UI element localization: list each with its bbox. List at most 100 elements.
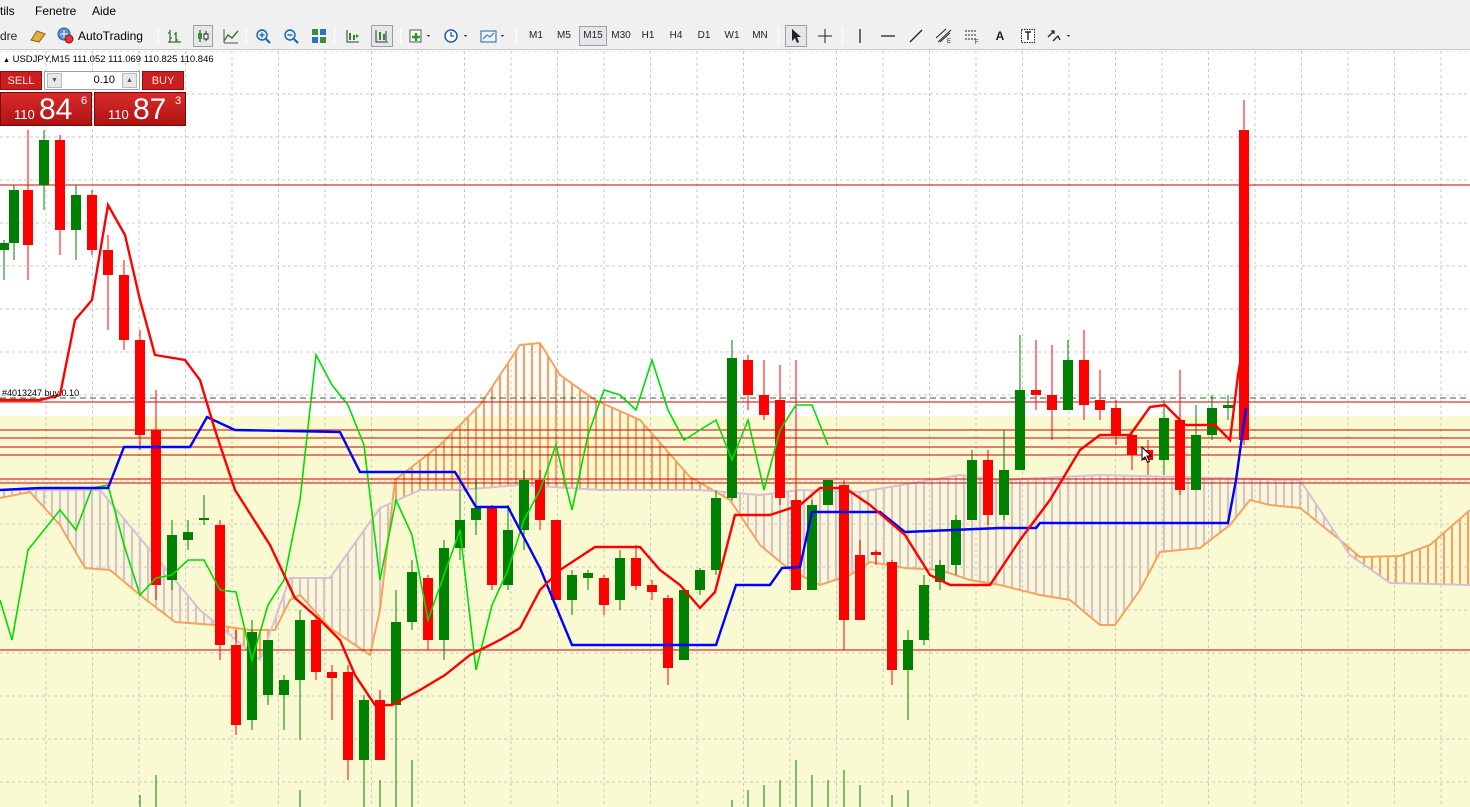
bullish-candle-body [0, 243, 9, 250]
bullish-candle-body [183, 532, 193, 540]
buy-price-pips: 87 [133, 93, 167, 126]
lot-size-field[interactable]: ▼ 0.10 ▲ [44, 71, 140, 90]
autotrading-button[interactable]: AutoTrading [56, 25, 143, 47]
bearish-candle-body [871, 552, 881, 555]
bearish-candle-body [759, 395, 769, 415]
bearish-candle-body [1047, 395, 1057, 410]
toolbar: dre AutoTrading M1 M5 M15 M30 H1 H4 D1 W… [0, 22, 1470, 50]
menu-item-tools[interactable]: tils [0, 4, 15, 18]
toolbar-partial-button-label[interactable]: dre [0, 25, 17, 47]
bearish-candle-body [551, 520, 561, 600]
timeframe-m5[interactable]: M5 [551, 26, 577, 46]
lot-decrease-icon[interactable]: ▼ [47, 73, 62, 88]
toolbar-separator [334, 27, 335, 45]
bullish-candle-body [615, 558, 625, 600]
indicators-dropdown-icon[interactable] [407, 25, 435, 47]
bullish-candle-body [951, 520, 961, 565]
toolbar-separator [516, 27, 517, 45]
autotrading-icon [56, 26, 74, 47]
bullish-candle-body [9, 190, 19, 243]
bearish-candle-body [1079, 360, 1089, 405]
bullish-candle-body [727, 358, 737, 498]
auto-scroll-icon[interactable] [371, 25, 393, 47]
bullish-candle-body [263, 640, 273, 695]
periods-dropdown-icon[interactable] [442, 25, 472, 47]
bullish-candle-body [679, 590, 689, 660]
bearish-candle-body [647, 585, 657, 592]
bullish-candle-body [1015, 390, 1025, 470]
timeframe-w1[interactable]: W1 [719, 26, 745, 46]
bar-chart-icon[interactable] [165, 25, 185, 47]
svg-text:E: E [947, 39, 951, 44]
meta-editor-icon[interactable] [28, 25, 48, 47]
arrows-dropdown-icon[interactable] [1045, 25, 1075, 47]
buy-button[interactable]: BUY [142, 71, 184, 90]
timeframe-mn[interactable]: MN [747, 26, 773, 46]
candlestick-chart-icon[interactable] [193, 25, 213, 47]
trendline-icon[interactable] [905, 25, 927, 47]
line-chart-icon[interactable] [221, 25, 241, 47]
timeframe-m15[interactable]: M15 [579, 26, 607, 46]
timeframe-m1[interactable]: M1 [523, 26, 549, 46]
bullish-candle-body [39, 140, 49, 185]
bullish-candle-body [711, 498, 721, 570]
bullish-candle-body [407, 572, 417, 622]
toolbar-separator [400, 27, 401, 45]
timeframe-m30[interactable]: M30 [607, 26, 635, 46]
zoom-in-icon[interactable] [253, 25, 273, 47]
text-tool-icon[interactable]: A [989, 25, 1011, 47]
zoom-out-icon[interactable] [281, 25, 301, 47]
bearish-candle-body [887, 562, 897, 670]
bullish-candle-body [919, 585, 929, 640]
menu-item-help[interactable]: Aide [92, 4, 116, 18]
bullish-candle-body [439, 548, 449, 640]
bearish-candle-body [151, 430, 161, 585]
timeframe-h4[interactable]: H4 [663, 26, 689, 46]
bearish-candle-body [775, 400, 785, 498]
tile-windows-icon[interactable] [309, 25, 329, 47]
bearish-candle-body [631, 558, 641, 586]
cursor-tool-icon[interactable] [785, 25, 807, 47]
bearish-candle-body [375, 700, 385, 760]
toolbar-separator [246, 27, 247, 45]
bearish-candle-body [87, 195, 97, 250]
bullish-candle-body [295, 620, 305, 680]
timeframe-d1[interactable]: D1 [691, 26, 717, 46]
price-chart[interactable] [0, 51, 1470, 807]
toolbar-separator [778, 27, 779, 45]
buy-price-display[interactable]: 110 87 3 [94, 92, 186, 126]
crosshair-tool-icon[interactable] [814, 25, 836, 47]
bearish-candle-body [1175, 420, 1185, 490]
sell-price-display[interactable]: 110 84 6 [0, 92, 92, 126]
bearish-candle-body [983, 460, 993, 515]
lot-increase-icon[interactable]: ▲ [122, 73, 137, 88]
bullish-candle-body [167, 535, 177, 580]
bullish-candle-body [567, 575, 577, 600]
equidistant-channel-icon[interactable]: E [933, 25, 955, 47]
chart-collapse-arrow-icon: ▲ [3, 57, 10, 64]
sell-price-fraction: 6 [81, 95, 88, 107]
order-label: #4013247 buy 0.10 [2, 388, 80, 398]
sell-button[interactable]: SELL [0, 71, 42, 90]
bullish-candle-body [823, 480, 833, 505]
bearish-candle-body [1239, 130, 1249, 440]
bearish-candle-body [55, 140, 65, 230]
templates-dropdown-icon[interactable] [479, 25, 509, 47]
bullish-candle-body [695, 570, 705, 590]
bearish-candle-body [343, 672, 353, 760]
vertical-line-icon[interactable] [849, 25, 871, 47]
lot-size-value: 0.10 [93, 74, 115, 86]
menu-item-window[interactable]: Fenetre [35, 4, 76, 18]
bearish-candle-body [535, 480, 545, 520]
toolbar-separator [842, 27, 843, 45]
bearish-candle-body [855, 555, 865, 620]
bearish-candle-body [743, 360, 753, 395]
timeframe-h1[interactable]: H1 [635, 26, 661, 46]
bullish-candle-body [199, 518, 209, 520]
text-label-icon[interactable] [1017, 25, 1039, 47]
chart-shift-icon[interactable] [343, 25, 363, 47]
bullish-candle-body [1207, 408, 1217, 435]
horizontal-line-icon[interactable] [877, 25, 899, 47]
bullish-candle-body [1223, 405, 1233, 408]
fibonacci-icon[interactable]: F [961, 25, 983, 47]
